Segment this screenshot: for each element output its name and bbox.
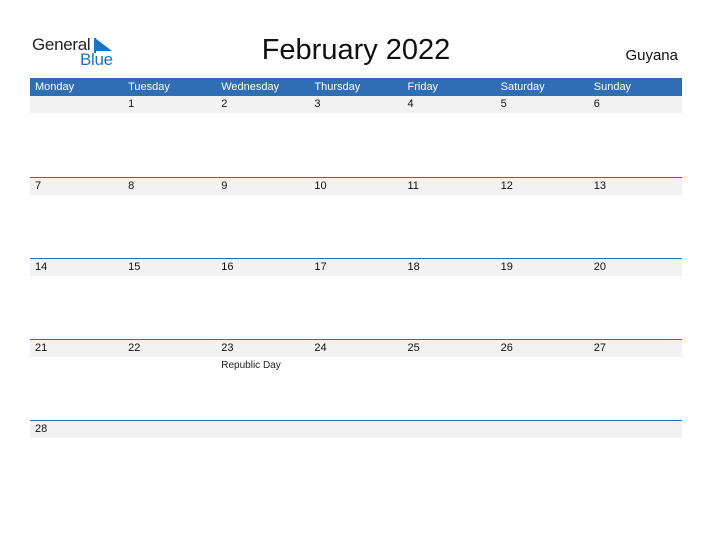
day-cell: 23 Republic Day bbox=[216, 340, 309, 371]
day-cell: 3 bbox=[309, 96, 402, 113]
day-cell: 5 bbox=[496, 96, 589, 113]
day-cell: 14 bbox=[30, 259, 123, 276]
weekday-monday: Monday bbox=[35, 81, 75, 93]
day-cell bbox=[30, 96, 123, 113]
weekday-header: Monday Tuesday Wednesday Thursday Friday… bbox=[30, 78, 682, 96]
date-strip: 14 15 16 17 18 19 20 bbox=[30, 259, 682, 276]
weekday-sunday: Sunday bbox=[593, 81, 632, 93]
week-row: 21 22 23 Republic Day 24 25 26 27 bbox=[30, 339, 682, 420]
day-number: 1 bbox=[128, 98, 135, 110]
day-cell bbox=[309, 421, 402, 438]
day-number: 23 bbox=[221, 342, 234, 354]
day-number: 5 bbox=[500, 98, 507, 110]
day-cell: 20 bbox=[589, 259, 682, 276]
day-number: 2 bbox=[221, 98, 228, 110]
week-row: 1 2 3 4 5 6 bbox=[30, 96, 682, 177]
day-cell: 2 bbox=[216, 96, 309, 113]
day-cell: 11 bbox=[403, 178, 496, 195]
day-number: 19 bbox=[500, 261, 513, 273]
weekday-tuesday: Tuesday bbox=[128, 81, 170, 93]
day-cell: 6 bbox=[589, 96, 682, 113]
day-cell: 28 bbox=[30, 421, 123, 438]
calendar-title: February 2022 bbox=[261, 34, 451, 66]
day-number: 7 bbox=[35, 180, 42, 192]
date-strip: 28 bbox=[30, 421, 682, 438]
day-number: 6 bbox=[593, 98, 600, 110]
day-cell: 15 bbox=[123, 259, 216, 276]
day-number: 28 bbox=[35, 423, 48, 435]
day-cell bbox=[403, 421, 496, 438]
day-number: 18 bbox=[407, 261, 420, 273]
day-cell: 25 bbox=[403, 340, 496, 357]
day-number: 24 bbox=[314, 342, 327, 354]
day-cell bbox=[496, 421, 589, 438]
day-cell: 13 bbox=[589, 178, 682, 195]
day-number: 20 bbox=[593, 261, 606, 273]
day-number: 12 bbox=[500, 180, 513, 192]
day-cell: 22 bbox=[123, 340, 216, 357]
country-label: Guyana bbox=[625, 47, 678, 64]
day-number: 8 bbox=[128, 180, 135, 192]
weekday-friday: Friday bbox=[407, 81, 439, 93]
day-cell: 8 bbox=[123, 178, 216, 195]
day-number: 22 bbox=[128, 342, 141, 354]
day-number: 11 bbox=[407, 180, 419, 192]
day-cell: 26 bbox=[496, 340, 589, 357]
date-strip: 7 8 9 10 11 12 13 bbox=[30, 178, 682, 195]
day-number: 14 bbox=[35, 261, 48, 273]
weekday-wednesday: Wednesday bbox=[221, 81, 280, 93]
day-cell: 9 bbox=[216, 178, 309, 195]
date-strip: 21 22 23 Republic Day 24 25 26 27 bbox=[30, 340, 682, 371]
day-cell: 19 bbox=[496, 259, 589, 276]
day-number: 13 bbox=[593, 180, 606, 192]
week-row: 14 15 16 17 18 19 20 bbox=[30, 258, 682, 339]
day-cell: 16 bbox=[216, 259, 309, 276]
day-cell: 17 bbox=[309, 259, 402, 276]
day-number: 3 bbox=[314, 98, 321, 110]
day-cell bbox=[123, 421, 216, 438]
day-cell: 27 bbox=[589, 340, 682, 357]
day-cell: 18 bbox=[403, 259, 496, 276]
day-number: 25 bbox=[407, 342, 420, 354]
day-cell: 12 bbox=[496, 178, 589, 195]
day-cell: 24 bbox=[309, 340, 402, 357]
day-number: 27 bbox=[593, 342, 606, 354]
holiday-label: Republic Day bbox=[221, 360, 281, 371]
day-cell: 10 bbox=[309, 178, 402, 195]
day-number: 4 bbox=[407, 98, 414, 110]
day-number: 26 bbox=[500, 342, 513, 354]
date-strip: 1 2 3 4 5 6 bbox=[30, 96, 682, 113]
day-cell bbox=[589, 421, 682, 438]
day-cell: 7 bbox=[30, 178, 123, 195]
calendar-grid: Monday Tuesday Wednesday Thursday Friday… bbox=[30, 78, 682, 501]
weekday-thursday: Thursday bbox=[314, 81, 361, 93]
weekday-saturday: Saturday bbox=[500, 81, 545, 93]
day-cell: 4 bbox=[403, 96, 496, 113]
day-number: 16 bbox=[221, 261, 234, 273]
day-number: 21 bbox=[35, 342, 48, 354]
day-number: 17 bbox=[314, 261, 327, 273]
week-row: 7 8 9 10 11 12 13 bbox=[30, 177, 682, 258]
day-number: 10 bbox=[314, 180, 327, 192]
day-number: 9 bbox=[221, 180, 228, 192]
day-number: 15 bbox=[128, 261, 141, 273]
day-cell: 21 bbox=[30, 340, 123, 357]
day-cell bbox=[216, 421, 309, 438]
day-cell: 1 bbox=[123, 96, 216, 113]
week-row: 28 bbox=[30, 420, 682, 501]
